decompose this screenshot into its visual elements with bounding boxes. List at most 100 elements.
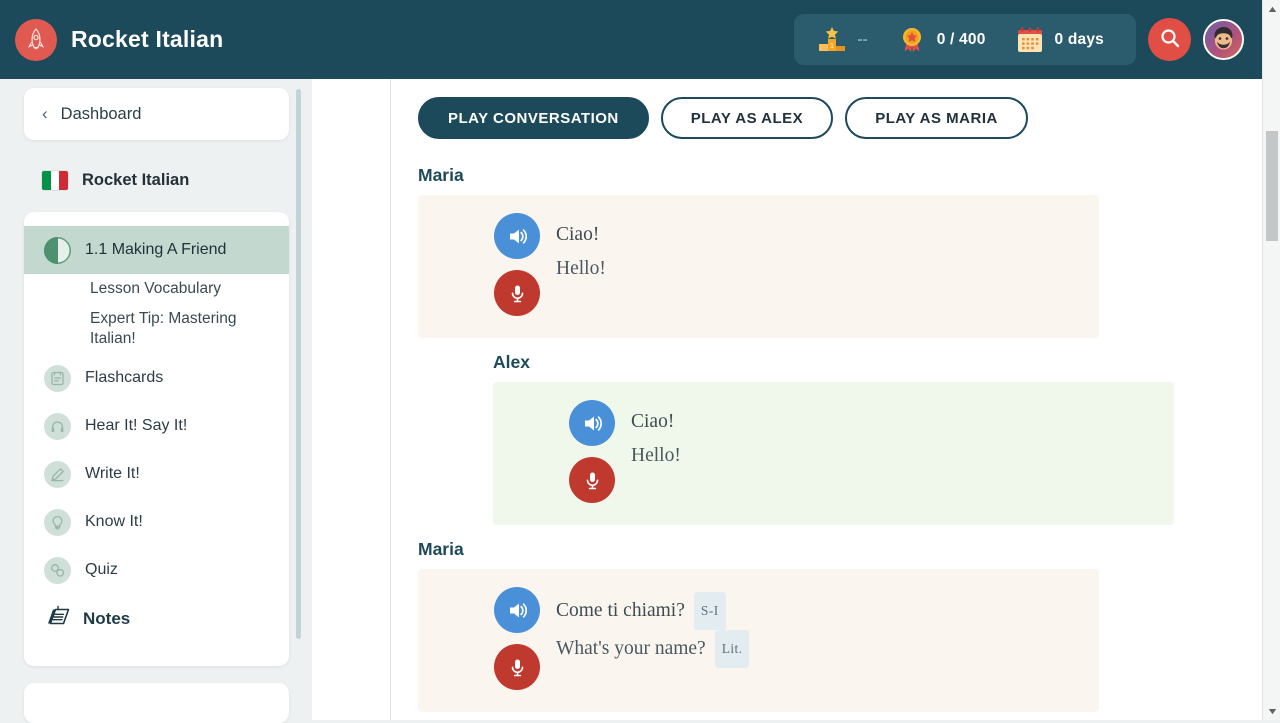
stat-rank-value: -- [857, 31, 867, 49]
sidebar: ‹ Dashboard Rocket Italian 1.1 Making A … [0, 79, 312, 720]
scroll-up-arrow-icon[interactable] [1263, 0, 1280, 18]
know-icon [44, 509, 71, 536]
dialogue-turn: Alex Ciao! [418, 352, 1234, 525]
main-content: PLAY CONVERSATION PLAY AS ALEX PLAY AS M… [312, 79, 1262, 720]
stat-points-value: 0 / 400 [937, 31, 986, 49]
translation-tag-badge[interactable]: Lit. [715, 630, 750, 668]
playback-button-row: PLAY CONVERSATION PLAY AS ALEX PLAY AS M… [418, 97, 1234, 139]
dialogue-turn: Maria Come ti chiami? S-I [418, 539, 1234, 712]
sidebar-subitem-expert-tip[interactable]: Expert Tip: Mastering Italian! [24, 304, 289, 354]
sidebar-scrollbar[interactable] [296, 89, 301, 639]
chevron-left-icon: ‹ [42, 105, 48, 122]
sidebar-item-label: Quiz [85, 561, 118, 579]
half-progress-icon [44, 237, 71, 264]
quiz-icon [44, 557, 71, 584]
microphone-icon[interactable] [494, 270, 540, 316]
notes-icon [44, 604, 71, 634]
speaker-icon[interactable] [494, 213, 540, 259]
bubble-lines: Ciao! Hello! [556, 213, 606, 316]
sidebar-item-write-it[interactable]: Write It! [24, 450, 289, 498]
sidebar-subitem-label: Expert Tip: Mastering Italian! [90, 309, 275, 349]
header-right: 1 -- 0 / 400 [794, 14, 1244, 65]
scrollbar-thumb[interactable] [1266, 131, 1278, 241]
sidebar-item-notes[interactable]: Notes [24, 594, 289, 638]
sidebar-item-hear-it-say-it[interactable]: Hear It! Say It! [24, 402, 289, 450]
brand[interactable]: Rocket Italian [15, 19, 223, 61]
sidebar-item-flashcards[interactable]: Flashcards [24, 354, 289, 402]
source-line: Come ti chiami? S-I [556, 592, 749, 630]
translation-text: What's your name? [556, 632, 706, 666]
sidebar-card-secondary[interactable] [24, 683, 289, 723]
italy-flag-icon [42, 171, 68, 190]
scroll-down-arrow-icon[interactable] [1263, 702, 1280, 720]
page-body: ‹ Dashboard Rocket Italian 1.1 Making A … [0, 79, 1262, 720]
stat-rank[interactable]: 1 -- [812, 25, 881, 55]
speaker-icon[interactable] [494, 587, 540, 633]
sidebar-item-lesson-1-1[interactable]: 1.1 Making A Friend [24, 226, 289, 274]
translation-text: Hello! [556, 252, 606, 286]
headphones-icon [44, 413, 71, 440]
stats-pill: 1 -- 0 / 400 [794, 14, 1136, 65]
translation-text: Hello! [631, 439, 681, 473]
stat-points[interactable]: 0 / 400 [882, 25, 1000, 55]
bubble-controls [515, 400, 615, 503]
rocket-icon [15, 19, 57, 61]
dialogue-turn: Maria Ciao! [418, 165, 1234, 338]
bubble-lines: Come ti chiami? S-I What's your name? Li… [556, 587, 749, 690]
svg-text:1: 1 [830, 43, 834, 50]
speaker-name: Maria [418, 165, 1234, 186]
play-as-maria-button[interactable]: PLAY AS MARIA [845, 97, 1028, 139]
search-icon [1159, 27, 1181, 52]
sidebar-subitem-label: Lesson Vocabulary [90, 279, 275, 299]
source-text: Come ti chiami? [556, 594, 685, 628]
sidebar-item-know-it[interactable]: Know It! [24, 498, 289, 546]
sidebar-course[interactable]: Rocket Italian [24, 156, 300, 204]
dialogue-bubble: Ciao! Hello! [493, 382, 1174, 525]
stat-streak-value: 0 days [1055, 31, 1104, 49]
sidebar-item-label: Hear It! Say It! [85, 417, 187, 435]
speaker-name: Alex [493, 352, 1234, 373]
medal-icon [896, 25, 928, 55]
dialogue-bubble: Come ti chiami? S-I What's your name? Li… [418, 569, 1099, 712]
translation-line: Hello! [631, 439, 681, 473]
translation-line: Hello! [556, 252, 606, 286]
source-text: Ciao! [631, 405, 674, 439]
play-conversation-button[interactable]: PLAY CONVERSATION [418, 97, 649, 139]
microphone-icon[interactable] [494, 644, 540, 690]
sidebar-course-label: Rocket Italian [82, 171, 189, 190]
microphone-icon[interactable] [569, 457, 615, 503]
source-tag-badge[interactable]: S-I [694, 592, 726, 630]
stat-streak[interactable]: 0 days [1000, 25, 1118, 55]
write-icon [44, 461, 71, 488]
sidebar-back-label: Dashboard [61, 105, 142, 124]
browser-scrollbar[interactable] [1262, 0, 1280, 720]
speaker-name: Maria [418, 539, 1234, 560]
sidebar-subitem-lesson-vocabulary[interactable]: Lesson Vocabulary [24, 274, 289, 304]
source-text: Ciao! [556, 218, 599, 252]
bubble-lines: Ciao! Hello! [631, 400, 681, 503]
source-line: Ciao! [556, 218, 606, 252]
play-as-alex-button[interactable]: PLAY AS ALEX [661, 97, 833, 139]
avatar[interactable] [1203, 19, 1244, 60]
podium-icon: 1 [816, 25, 848, 55]
sidebar-item-label: Notes [83, 609, 130, 629]
sidebar-item-label: Flashcards [85, 369, 163, 387]
dialogue-bubble: Ciao! Hello! [418, 195, 1099, 338]
brand-name: Rocket Italian [71, 26, 223, 53]
sidebar-back-dashboard[interactable]: ‹ Dashboard [24, 88, 289, 140]
search-button[interactable] [1148, 18, 1191, 61]
calendar-icon [1014, 25, 1046, 55]
app-header: Rocket Italian 1 -- [0, 0, 1262, 79]
bubble-controls [440, 587, 540, 690]
flashcards-icon [44, 365, 71, 392]
bubble-controls [440, 213, 540, 316]
speaker-icon[interactable] [569, 400, 615, 446]
sidebar-item-quiz[interactable]: Quiz [24, 546, 289, 594]
sidebar-nav-card: 1.1 Making A Friend Lesson Vocabulary Ex… [24, 212, 289, 666]
conversation-panel: PLAY CONVERSATION PLAY AS ALEX PLAY AS M… [391, 79, 1262, 720]
translation-line: What's your name? Lit. [556, 630, 749, 668]
sidebar-item-label: 1.1 Making A Friend [85, 241, 226, 259]
sidebar-item-label: Know It! [85, 513, 143, 531]
source-line: Ciao! [631, 405, 681, 439]
sidebar-item-label: Write It! [85, 465, 140, 483]
